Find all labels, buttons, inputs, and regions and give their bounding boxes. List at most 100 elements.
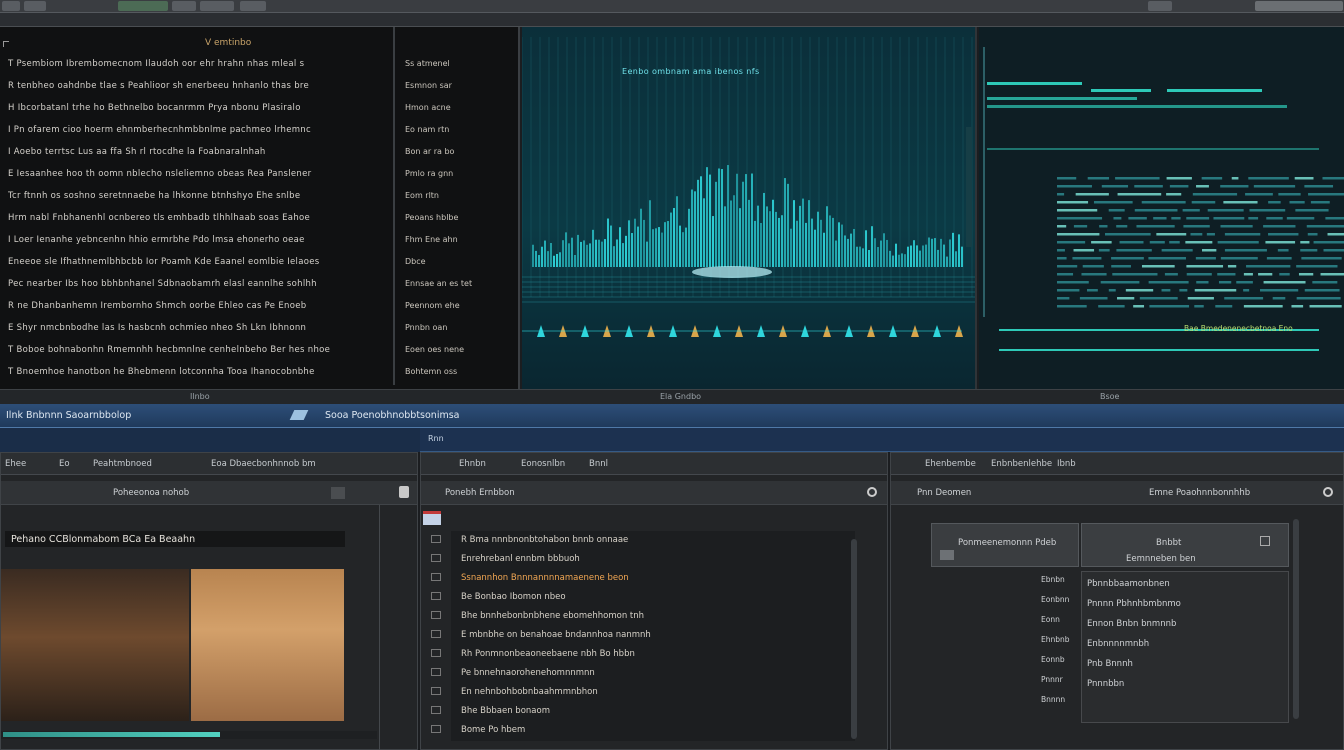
code-token [1164, 273, 1178, 276]
scrollbar[interactable] [1293, 519, 1299, 719]
spectrum-bar [568, 243, 570, 267]
calendar-icon[interactable] [423, 511, 441, 525]
spectrum-bar [652, 229, 654, 267]
sidebar-line[interactable]: Hmon acne [405, 103, 517, 112]
toolbar-button[interactable] [172, 1, 196, 11]
row-icon [431, 573, 441, 581]
code-token [1217, 273, 1236, 276]
side-list-item[interactable]: Ehnbnb [1041, 635, 1070, 644]
detail-row[interactable]: Pnnnbbn [1087, 679, 1124, 689]
spectrum-bar [775, 211, 777, 267]
sidebar-line[interactable]: Peennom ehe [405, 301, 517, 310]
menu-item[interactable]: Ehee [5, 459, 26, 469]
toolbar-button[interactable] [240, 1, 266, 11]
list-row[interactable]: Bome Po hbem [461, 725, 525, 735]
row-icon [431, 592, 441, 600]
list-row[interactable]: Bhe Bbbaen bonaom [461, 706, 550, 716]
stop-icon[interactable] [331, 487, 345, 499]
detail-row[interactable]: Enbnnnnmnbh [1087, 639, 1149, 649]
subtab-label[interactable]: Rnn [428, 434, 444, 443]
text-editor-pane[interactable]: V emtinbo T Psembiom Ibrembomecnom Ilaud… [0, 27, 520, 389]
list-row[interactable]: Ssnannhon Bnnnannnnamaenene beon [461, 573, 629, 583]
window-button[interactable] [2, 1, 20, 11]
code-token [1111, 265, 1131, 268]
side-list-item[interactable]: Eonnb [1041, 655, 1065, 664]
preview-card[interactable]: Ponmeenemonnn Pdeb [931, 523, 1079, 567]
search-icon[interactable] [867, 487, 877, 497]
code-token [1057, 193, 1065, 196]
code-token [1073, 249, 1095, 252]
menu-item[interactable]: Eonosnlbn [521, 459, 565, 469]
sidebar-line[interactable]: Eoen oes nene [405, 345, 517, 354]
spectrum-bar [631, 233, 633, 267]
sidebar-line[interactable]: Ss atmenel [405, 59, 517, 68]
sidebar-line[interactable]: Dbce [405, 257, 517, 266]
preview-card-2[interactable]: Bnbbt Eemnneben ben [1081, 523, 1289, 567]
play-icon[interactable] [1260, 536, 1270, 546]
menu-item[interactable]: Ehenbembe [925, 459, 976, 469]
editor-line: I Loer Ienanhe yebncenhn hhio ermrbhe Pd… [8, 235, 305, 245]
spectrum-bar [802, 198, 804, 267]
menu-item[interactable]: Enbnbenlehbe [991, 459, 1052, 469]
side-list-item[interactable]: Ebnbn [1041, 575, 1065, 584]
list-row[interactable]: Enrehrebanl ennbm bbbuoh [461, 554, 580, 564]
code-token [1183, 225, 1210, 228]
menu-item[interactable]: Bnnl [589, 459, 608, 469]
audio-visualizer[interactable]: Eenbo ombnam ama ibenos nfs [522, 27, 977, 389]
menu-item[interactable]: Ehnbn [459, 459, 486, 469]
list-row[interactable]: R Bma nnnbnonbtohabon bnnb onnaae [461, 535, 628, 545]
search-field[interactable] [1255, 1, 1343, 11]
bookmark-icon[interactable] [399, 486, 409, 498]
list-row[interactable]: Bhe bnnhebonbnbhene ebomehhomon tnh [461, 611, 644, 621]
sidebar-line[interactable]: Eo nam rtn [405, 125, 517, 134]
sidebar-line[interactable]: Ennsae an es tet [405, 279, 517, 288]
toolbar-button[interactable] [1148, 1, 1172, 11]
sidebar-line[interactable]: Pnnbn oan [405, 323, 517, 332]
list-row[interactable]: E mbnbhe on benahoae bndannhoa nanmnh [461, 630, 651, 640]
tab-middle[interactable]: Sooa Poenobhnobbtsonimsa [325, 410, 460, 421]
sidebar-line[interactable]: Bon ar ra bo [405, 147, 517, 156]
gutter [983, 47, 985, 317]
code-pane[interactable]: Bae Bmedenenecbetnoa Eno [979, 27, 1344, 389]
list-row[interactable]: En nehnbohbobnbaahmmnbhon [461, 687, 598, 697]
toolbar-button[interactable] [118, 1, 168, 11]
sidebar-line[interactable]: Esmnon sar [405, 81, 517, 90]
tab-left[interactable]: Ilnk Bnbnnn Saoarnbbolop [6, 410, 131, 421]
sidebar-line[interactable]: Fhm Ene ahn [405, 235, 517, 244]
sidebar-line[interactable]: Peoans hblbe [405, 213, 517, 222]
menu-item[interactable]: Eo [59, 459, 70, 469]
side-list-item[interactable]: Eonbnn [1041, 595, 1069, 604]
code-token [1136, 225, 1175, 228]
code-token [1320, 273, 1344, 276]
code-token [1279, 273, 1290, 276]
detail-row[interactable]: Pbnnbbaamonbnen [1087, 579, 1170, 589]
side-list-item[interactable]: Eonn [1041, 615, 1060, 624]
video-thumbnail-shelf[interactable] [1, 569, 189, 721]
side-list-item[interactable]: Pnnnr [1041, 675, 1063, 684]
code-token [1224, 249, 1267, 252]
scrollbar[interactable] [851, 539, 857, 739]
detail-row[interactable]: Pnb Bnnnh [1087, 659, 1133, 669]
detail-row[interactable]: Ennon Bnbn bnmnnb [1087, 619, 1176, 629]
list-row[interactable]: Be Bonbao Ibomon nbeo [461, 592, 566, 602]
side-list-item[interactable]: Bnnnn [1041, 695, 1065, 704]
toolbar-button[interactable] [200, 1, 234, 11]
search-icon[interactable] [1323, 487, 1333, 497]
code-token [1266, 217, 1283, 220]
menu-item[interactable]: Peahtmbnoed [93, 459, 152, 469]
menu-item[interactable]: Eoa Dbaecbonhnnob bm [211, 459, 316, 469]
detail-row[interactable]: Pnnnn Pbhnhbmbnmo [1087, 599, 1181, 609]
code-token [1277, 249, 1289, 252]
sidebar-line[interactable]: Pmlo ra gnn [405, 169, 517, 178]
sidebar-line[interactable]: Eom rltn [405, 191, 517, 200]
spectrum-bar [934, 238, 936, 267]
menu-item[interactable]: Ibnb [1057, 459, 1076, 469]
spectrum-bar [811, 218, 813, 267]
list-row[interactable]: Rh Ponmnonbeaoneebaene nbh Bo hbbn [461, 649, 635, 659]
sidebar-line[interactable]: Bohtemn oss [405, 367, 517, 376]
video-thumbnail-lounge[interactable] [191, 569, 344, 721]
list-row[interactable]: Pe bnnehnaorohenehomnnmnn [461, 668, 595, 678]
window-button[interactable] [24, 1, 46, 11]
editor-splitter[interactable] [393, 27, 395, 385]
spectrum-bar [649, 200, 651, 267]
